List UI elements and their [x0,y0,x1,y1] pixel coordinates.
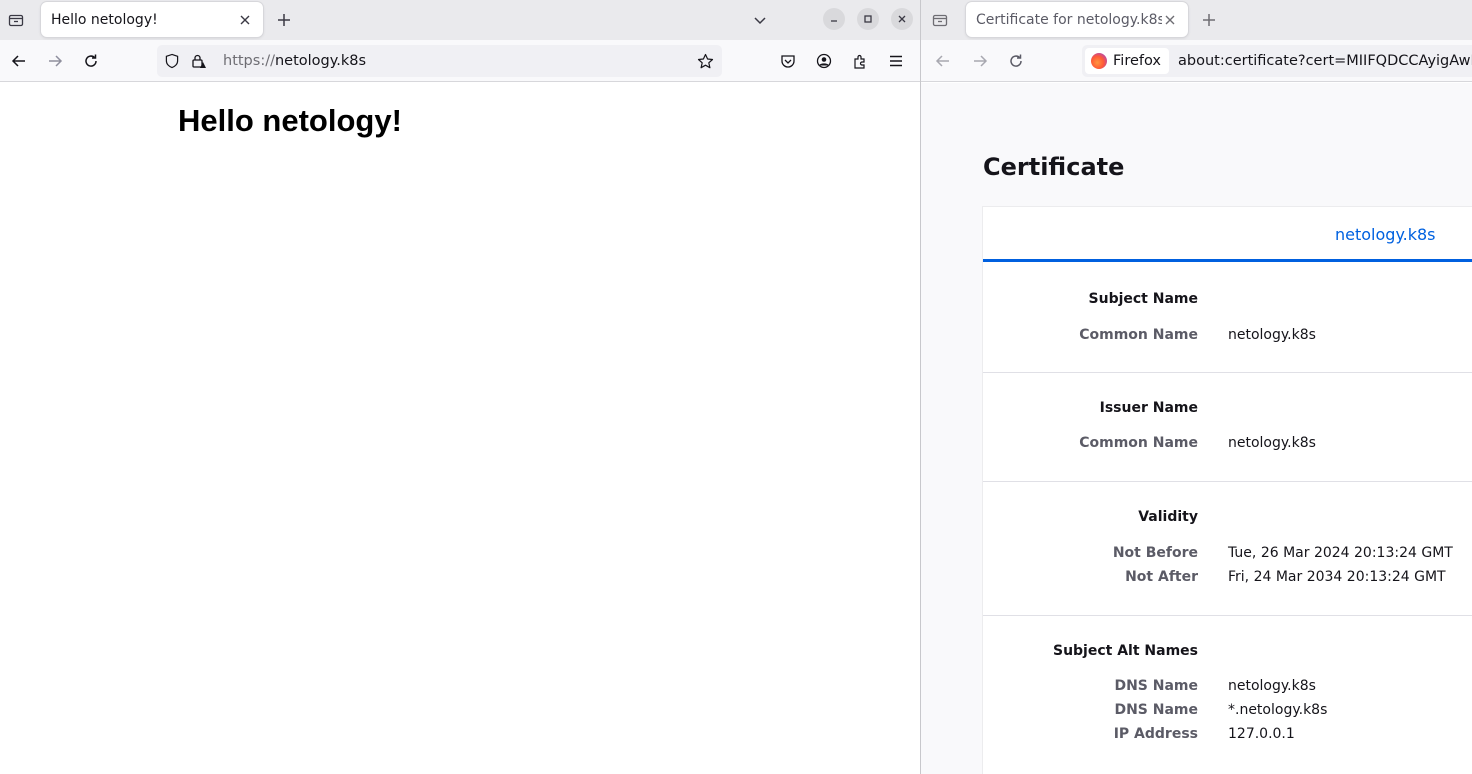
star-icon [697,53,714,68]
tab-certificate[interactable]: Certificate for netology.k8s [966,2,1188,37]
nav-bar: Firefox about:certificate?cert=MIIFQDCCA… [921,40,1472,82]
forward-button[interactable] [968,49,992,73]
maximize-icon [864,15,872,23]
extensions-button[interactable] [848,49,872,73]
section-title: Issuer Name [1099,400,1198,416]
chevron-down-icon [754,17,766,25]
lock-warning-icon [192,54,206,68]
tab-list-button[interactable] [4,8,28,32]
back-icon [11,55,25,67]
pocket-button[interactable] [776,49,800,73]
url-text[interactable]: about:certificate?cert=MIIFQDCCAyigAwIB [1178,53,1472,69]
close-icon [1165,15,1175,24]
back-button[interactable] [7,49,31,73]
minimize-icon [831,20,837,22]
subject-alt-names-section: Subject Alt Names DNS Name netology.k8s … [983,616,1472,774]
maximize-button[interactable] [857,8,879,30]
new-tab-icon [278,14,290,26]
row-value: Fri, 24 Mar 2034 20:13:24 GMT [1228,569,1446,585]
app-menu-button[interactable] [884,49,908,73]
reload-icon [85,54,97,67]
page-heading: Hello netology! [178,103,402,138]
pocket-icon [781,55,795,68]
url-text[interactable]: https://netology.k8s [223,53,366,69]
tab-close-button[interactable] [237,12,253,28]
new-tab-icon [1203,14,1215,26]
tab-hello-netology[interactable]: Hello netology! [41,2,263,37]
identity-box[interactable]: Firefox [1085,48,1169,74]
shield-icon [165,53,179,69]
back-icon [935,55,949,67]
section-title: Subject Name [1088,291,1198,307]
issuer-name-section: Issuer Name Common Name netology.k8s [983,373,1472,482]
certificate-card: netology.k8s Subject Name Common Name ne… [983,207,1472,774]
url-bar[interactable]: Firefox about:certificate?cert=MIIFQDCCA… [1082,45,1472,77]
row-label: IP Address [1113,726,1198,742]
reload-button[interactable] [1004,49,1028,73]
close-icon [240,15,250,24]
close-icon [898,15,906,23]
page-title: Certificate [983,153,1125,181]
tab-list-button[interactable] [928,8,952,32]
tab-title: Hello netology! [51,11,158,28]
tab-title: Certificate for netology.k8s [976,11,1162,28]
row-label: Not After [1125,569,1198,585]
menu-icon [890,55,902,67]
subject-name-section: Subject Name Common Name netology.k8s [983,262,1472,373]
forward-icon [974,55,988,67]
right-browser-window: Certificate for netology.k8s Firefox abo… [921,0,1472,774]
account-icon [816,53,832,69]
row-value: netology.k8s [1228,327,1316,343]
tab-close-button[interactable] [1162,12,1178,28]
site-info-button[interactable] [191,53,207,69]
reload-button[interactable] [79,49,103,73]
row-value: Tue, 26 Mar 2024 20:13:24 GMT [1228,545,1453,561]
extensions-icon [854,54,865,69]
close-window-button[interactable] [891,8,913,30]
validity-section: Validity Not Before Tue, 26 Mar 2024 20:… [983,482,1472,616]
row-label: DNS Name [1114,678,1198,694]
new-tab-button[interactable] [1197,8,1221,32]
url-bar[interactable]: https://netology.k8s [157,45,722,77]
row-label: Common Name [1079,327,1198,343]
row-label: Common Name [1079,435,1198,451]
row-value: netology.k8s [1228,678,1316,694]
back-button[interactable] [931,49,955,73]
row-value: 127.0.0.1 [1228,726,1295,742]
tab-list-icon [8,14,24,27]
url-host: netology.k8s [274,53,367,69]
list-all-tabs-button[interactable] [748,8,772,32]
tab-certificate-netology[interactable]: netology.k8s [1335,225,1436,244]
tab-strip: Certificate for netology.k8s [921,0,1472,40]
page-content: Hello netology! [0,83,920,774]
identity-label: Firefox [1113,53,1161,69]
certificate-viewer: Certificate netology.k8s Subject Name Co… [921,83,1472,774]
forward-button[interactable] [43,49,67,73]
account-button[interactable] [812,49,836,73]
firefox-logo-icon [1091,53,1107,69]
forward-icon [49,55,63,67]
reload-icon [1010,54,1022,67]
bookmark-button[interactable] [697,53,714,70]
row-label: DNS Name [1114,702,1198,718]
tab-list-icon [932,14,948,27]
row-value: netology.k8s [1228,435,1316,451]
nav-bar: https://netology.k8s [0,40,920,82]
row-value: *.netology.k8s [1228,702,1328,718]
new-tab-button[interactable] [272,8,296,32]
row-label: Not Before [1112,545,1198,561]
section-title: Subject Alt Names [1052,643,1198,659]
minimize-button[interactable] [823,8,845,30]
tab-strip: Hello netology! [0,0,920,40]
tracking-protection-button[interactable] [165,53,179,69]
url-scheme: https:// [223,53,275,69]
left-browser-window: Hello netology! https://netology.k8s Hel… [0,0,920,774]
section-title: Validity [1138,509,1198,525]
